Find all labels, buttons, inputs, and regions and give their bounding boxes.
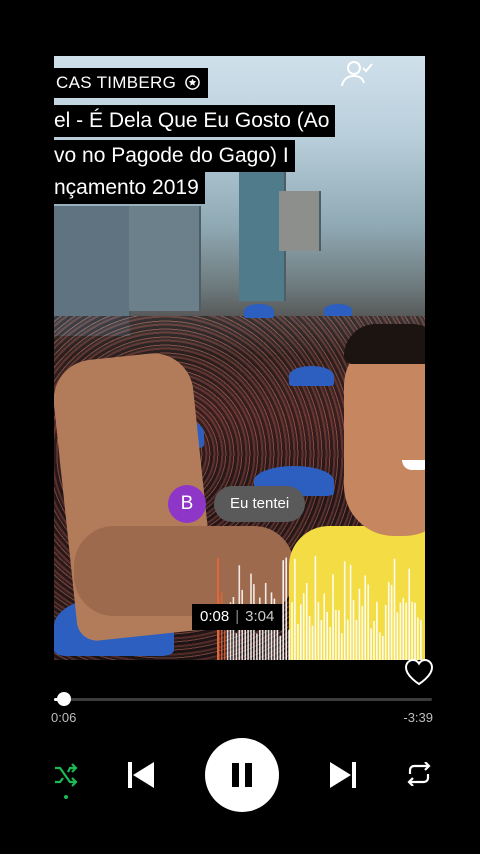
waveform-bar bbox=[332, 574, 334, 660]
video-title-line: vo no Pagode do Gago) I bbox=[54, 140, 295, 172]
waveform-bar bbox=[379, 632, 381, 660]
artist-label[interactable]: CAS TIMBERG bbox=[54, 68, 209, 98]
verified-icon bbox=[185, 75, 200, 90]
waveform-bar bbox=[376, 601, 378, 660]
umbrella bbox=[324, 304, 352, 316]
waveform-bar bbox=[384, 605, 387, 660]
waveform-bar bbox=[343, 561, 346, 660]
progress-track[interactable] bbox=[54, 698, 432, 701]
waveform-bar bbox=[294, 558, 296, 660]
repeat-icon[interactable] bbox=[405, 762, 433, 786]
waveform-bar bbox=[314, 556, 317, 660]
preview-time-display: 0:08 | 3:04 bbox=[192, 604, 283, 630]
waveform-bar bbox=[396, 612, 399, 660]
waveform-bar bbox=[320, 620, 323, 660]
waveform-bar bbox=[297, 623, 299, 660]
umbrella bbox=[244, 304, 274, 318]
waveform-bar bbox=[346, 619, 349, 660]
waveform-bar bbox=[223, 630, 226, 660]
umbrella bbox=[289, 366, 334, 386]
waveform-bar bbox=[235, 633, 238, 660]
pause-button[interactable] bbox=[205, 738, 279, 812]
waveform-bar bbox=[405, 602, 407, 660]
building bbox=[129, 206, 201, 311]
preview-duration: 3:04 bbox=[245, 608, 275, 625]
waveform-bar bbox=[285, 557, 287, 660]
remaining-time: -3:39 bbox=[403, 710, 433, 725]
singer-face bbox=[344, 336, 425, 536]
waveform-bar bbox=[393, 558, 396, 660]
shuffle-active-indicator bbox=[64, 795, 68, 799]
waveform-bar bbox=[282, 560, 284, 660]
waveform-bar bbox=[361, 605, 364, 660]
commenter-avatar[interactable]: B bbox=[168, 485, 206, 523]
waveform-bar bbox=[291, 602, 293, 660]
waveform-bar bbox=[417, 617, 419, 660]
waveform-bar bbox=[411, 601, 413, 660]
singer-hair bbox=[344, 324, 425, 364]
waveform-bar bbox=[364, 575, 366, 660]
waveform-bar bbox=[305, 582, 308, 660]
waveform-bar bbox=[370, 628, 372, 660]
waveform-bar bbox=[329, 626, 331, 660]
waveform-bar bbox=[276, 625, 279, 660]
follow-user-icon[interactable] bbox=[340, 58, 376, 88]
waveform-bar bbox=[256, 633, 258, 660]
pause-icon-bar bbox=[232, 763, 239, 787]
time-separator: | bbox=[235, 608, 240, 625]
waveform-bar bbox=[382, 635, 384, 660]
waveform-bar bbox=[408, 568, 410, 660]
waveform-bar bbox=[323, 593, 325, 660]
progress-handle[interactable] bbox=[57, 692, 71, 706]
playing-indicator bbox=[240, 802, 244, 806]
waveform-bar bbox=[367, 584, 369, 660]
waveform-bar bbox=[352, 600, 355, 660]
waveform-bar bbox=[267, 626, 270, 660]
waveform-bar bbox=[373, 621, 375, 660]
waveform-bar bbox=[355, 619, 358, 660]
pause-icon-bar bbox=[245, 763, 252, 787]
video-title-line: el - É Dela Que Eu Gosto (Ao bbox=[54, 105, 336, 137]
waveform-bar bbox=[317, 602, 320, 660]
waveform-bar bbox=[399, 602, 402, 660]
elapsed-time: 0:06 bbox=[51, 710, 77, 725]
heart-icon[interactable] bbox=[404, 658, 434, 686]
waveform-bar bbox=[338, 610, 340, 660]
preview-elapsed: 0:08 bbox=[200, 608, 230, 625]
video-title-line: nçamento 2019 bbox=[54, 172, 205, 204]
waveform-bar bbox=[300, 604, 302, 660]
waveform-bar bbox=[402, 597, 405, 660]
artist-name: CAS TIMBERG bbox=[56, 73, 177, 92]
next-track-icon[interactable] bbox=[328, 760, 358, 790]
building bbox=[279, 191, 321, 251]
waveform-bar bbox=[308, 616, 311, 660]
waveform-bar bbox=[302, 593, 305, 660]
waveform-bar bbox=[358, 588, 361, 660]
waveform-bar bbox=[335, 610, 337, 660]
waveform-bar bbox=[414, 602, 416, 660]
waveform-bar bbox=[349, 564, 352, 660]
waveform-bar bbox=[341, 633, 343, 660]
waveform-bar bbox=[279, 635, 282, 660]
waveform-bar bbox=[420, 619, 422, 660]
previous-track-icon[interactable] bbox=[126, 760, 156, 790]
shuffle-icon[interactable] bbox=[52, 762, 80, 788]
waveform-bar bbox=[390, 585, 393, 660]
waveform-bar bbox=[311, 625, 314, 660]
comment-bubble: Eu tentei bbox=[214, 486, 306, 522]
waveform-bar bbox=[387, 582, 390, 660]
waveform-bar bbox=[288, 629, 290, 660]
waveform-bar bbox=[326, 611, 328, 660]
